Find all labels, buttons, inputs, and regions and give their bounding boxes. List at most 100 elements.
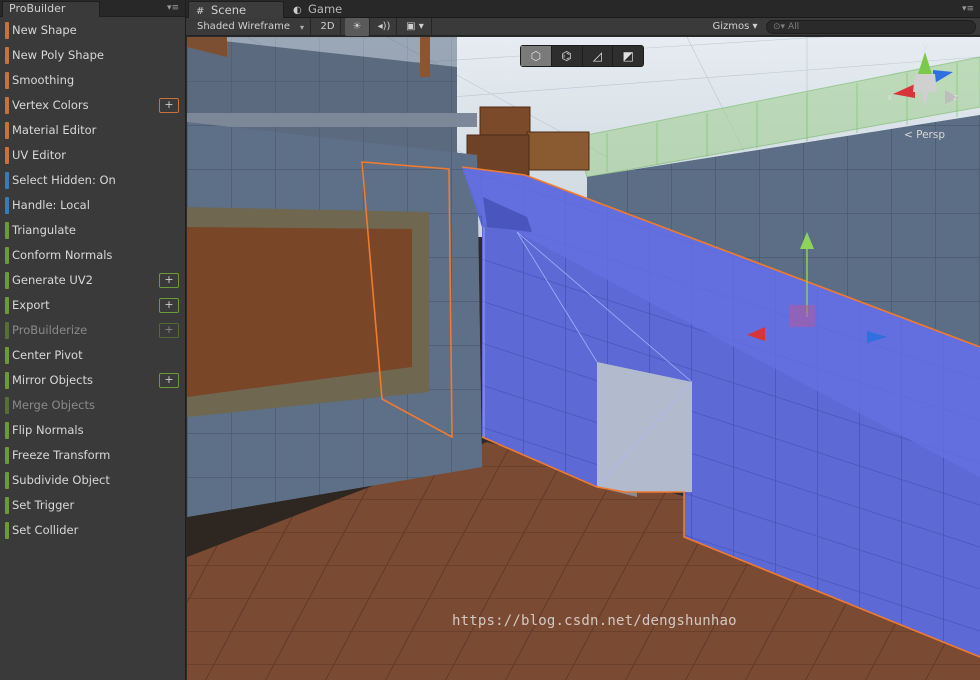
category-color-bar	[5, 322, 9, 339]
effects-dropdown-icon[interactable]: ▣ ▾	[399, 18, 432, 36]
edge-mode-icon[interactable]: ◿	[583, 46, 614, 66]
category-color-bar	[5, 447, 9, 464]
probuilder-tool-list: New Shape New Poly Shape Smoothing Vertex C…	[3, 18, 183, 543]
shading-mode-label: Shaded Wireframe	[197, 21, 290, 32]
category-color-bar	[5, 347, 9, 364]
probuilder-item-label: Mirror Objects	[12, 373, 93, 387]
projection-toggle[interactable]: < Persp	[904, 129, 945, 141]
shading-mode-dropdown[interactable]: Shaded Wireframe ▾	[186, 18, 311, 36]
probuilder-item-label: Generate UV2	[12, 273, 93, 287]
2d-toggle-button[interactable]: 2D	[315, 18, 341, 36]
category-color-bar	[5, 22, 9, 39]
probuilder-item-label: Conform Normals	[12, 248, 113, 262]
probuilder-item-label: Subdivide Object	[12, 473, 110, 487]
probuilder-item-freeze-transform[interactable]: Freeze Transform	[3, 443, 183, 468]
category-color-bar	[5, 247, 9, 264]
gizmo-x-label: x	[887, 93, 893, 103]
category-color-bar	[5, 397, 9, 414]
probuilder-item-vertex-colors[interactable]: Vertex Colors +	[3, 93, 183, 118]
game-icon: ◐	[293, 5, 302, 16]
category-color-bar	[5, 222, 9, 239]
probuilder-item-label: Center Pivot	[12, 348, 83, 362]
probuilder-item-uv-editor[interactable]: UV Editor	[3, 143, 183, 168]
probuilder-item-handle-local[interactable]: Handle: Local	[3, 193, 183, 218]
probuilder-item-label: New Shape	[12, 23, 77, 37]
probuilder-item-merge-objects[interactable]: Merge Objects	[3, 393, 183, 418]
category-color-bar	[5, 422, 9, 439]
probuilder-item-label: Set Trigger	[12, 498, 75, 512]
scene-tab-bar: # Scene ◐ Game ▾≡	[186, 0, 980, 18]
gizmo-z-label: z	[953, 93, 958, 103]
probuilder-item-label: Export	[12, 298, 50, 312]
audio-toggle-icon[interactable]: ◂))	[372, 18, 397, 36]
probuilder-item-select-hidden-on[interactable]: Select Hidden: On	[3, 168, 183, 193]
probuilder-item-new-poly-shape[interactable]: New Poly Shape	[3, 43, 183, 68]
tab-scene-label: Scene	[211, 3, 247, 17]
probuilder-item-label: Merge Objects	[12, 398, 95, 412]
category-color-bar	[5, 147, 9, 164]
category-color-bar	[5, 522, 9, 539]
tab-game[interactable]: ◐ Game	[286, 1, 366, 18]
scene-viewport[interactable]: ⬡ ⌬ ◿ ◩ y x z < Persp https://blog.csdn.…	[187, 37, 980, 680]
tab-probuilder[interactable]: ProBuilder	[2, 1, 100, 17]
category-color-bar	[5, 172, 9, 189]
options-plus-button[interactable]: +	[159, 323, 179, 338]
vertex-mode-icon[interactable]: ⌬	[552, 46, 583, 66]
probuilder-item-label: Flip Normals	[12, 423, 84, 437]
probuilder-item-label: New Poly Shape	[12, 48, 104, 62]
options-plus-button[interactable]: +	[159, 98, 179, 113]
probuilder-item-set-trigger[interactable]: Set Trigger	[3, 493, 183, 518]
probuilder-item-label: Handle: Local	[12, 198, 90, 212]
probuilder-item-label: Smoothing	[12, 73, 75, 87]
probuilder-item-mirror-objects[interactable]: Mirror Objects +	[3, 368, 183, 393]
scene-menu-icon[interactable]: ▾≡	[962, 4, 974, 14]
probuilder-item-center-pivot[interactable]: Center Pivot	[3, 343, 183, 368]
probuilder-tab-bar: ProBuilder ▾≡	[0, 0, 185, 17]
probuilder-item-label: UV Editor	[12, 148, 66, 162]
category-color-bar	[5, 497, 9, 514]
probuilder-item-label: Set Collider	[12, 523, 79, 537]
gizmo-y-label: y	[923, 42, 929, 52]
scene-toolbar: Shaded Wireframe ▾ 2D ☀ ◂)) ▣ ▾ Gizmos ▾…	[186, 18, 980, 36]
category-color-bar	[5, 297, 9, 314]
options-plus-button[interactable]: +	[159, 273, 179, 288]
probuilder-item-material-editor[interactable]: Material Editor	[3, 118, 183, 143]
probuilder-item-label: Material Editor	[12, 123, 97, 137]
face-mode-icon[interactable]: ◩	[613, 46, 643, 66]
search-placeholder: All	[787, 22, 800, 32]
category-color-bar	[5, 272, 9, 289]
probuilder-item-set-collider[interactable]: Set Collider	[3, 518, 183, 543]
probuilder-item-flip-normals[interactable]: Flip Normals	[3, 418, 183, 443]
watermark-text: https://blog.csdn.net/dengshunhao	[452, 613, 737, 629]
panel-menu-icon[interactable]: ▾≡	[167, 3, 179, 13]
category-color-bar	[5, 72, 9, 89]
probuilder-item-label: ProBuilderize	[12, 323, 88, 337]
probuilder-panel: ProBuilder ▾≡ New Shape New Poly Shape Smo…	[0, 0, 186, 680]
options-plus-button[interactable]: +	[159, 373, 179, 388]
lighting-toggle-icon[interactable]: ☀	[345, 18, 370, 36]
category-color-bar	[5, 97, 9, 114]
probuilder-item-conform-normals[interactable]: Conform Normals	[3, 243, 183, 268]
scene-render	[187, 37, 980, 680]
gizmos-dropdown[interactable]: Gizmos ▾	[710, 18, 760, 36]
category-color-bar	[5, 47, 9, 64]
object-mode-icon[interactable]: ⬡	[521, 46, 552, 66]
category-color-bar	[5, 372, 9, 389]
tab-scene[interactable]: # Scene	[188, 1, 284, 18]
probuilder-item-label: Vertex Colors	[12, 98, 89, 112]
probuilder-item-label: Select Hidden: On	[12, 173, 116, 187]
probuilder-item-subdivide-object[interactable]: Subdivide Object	[3, 468, 183, 493]
probuilder-item-triangulate[interactable]: Triangulate	[3, 218, 183, 243]
scene-search-input[interactable]: ⊙▾ All	[766, 20, 976, 34]
probuilder-item-smoothing[interactable]: Smoothing	[3, 68, 183, 93]
options-plus-button[interactable]: +	[159, 298, 179, 313]
probuilder-item-new-shape[interactable]: New Shape	[3, 18, 183, 43]
search-icon: ⊙▾	[773, 22, 786, 32]
category-color-bar	[5, 197, 9, 214]
probuilder-item-generate-uv2[interactable]: Generate UV2 +	[3, 268, 183, 293]
chevron-down-icon: ▾	[299, 23, 304, 32]
tab-game-label: Game	[308, 2, 343, 16]
probuilder-item-probuilderize[interactable]: ProBuilderize +	[3, 318, 183, 343]
probuilder-item-label: Freeze Transform	[12, 448, 111, 462]
probuilder-item-export[interactable]: Export +	[3, 293, 183, 318]
